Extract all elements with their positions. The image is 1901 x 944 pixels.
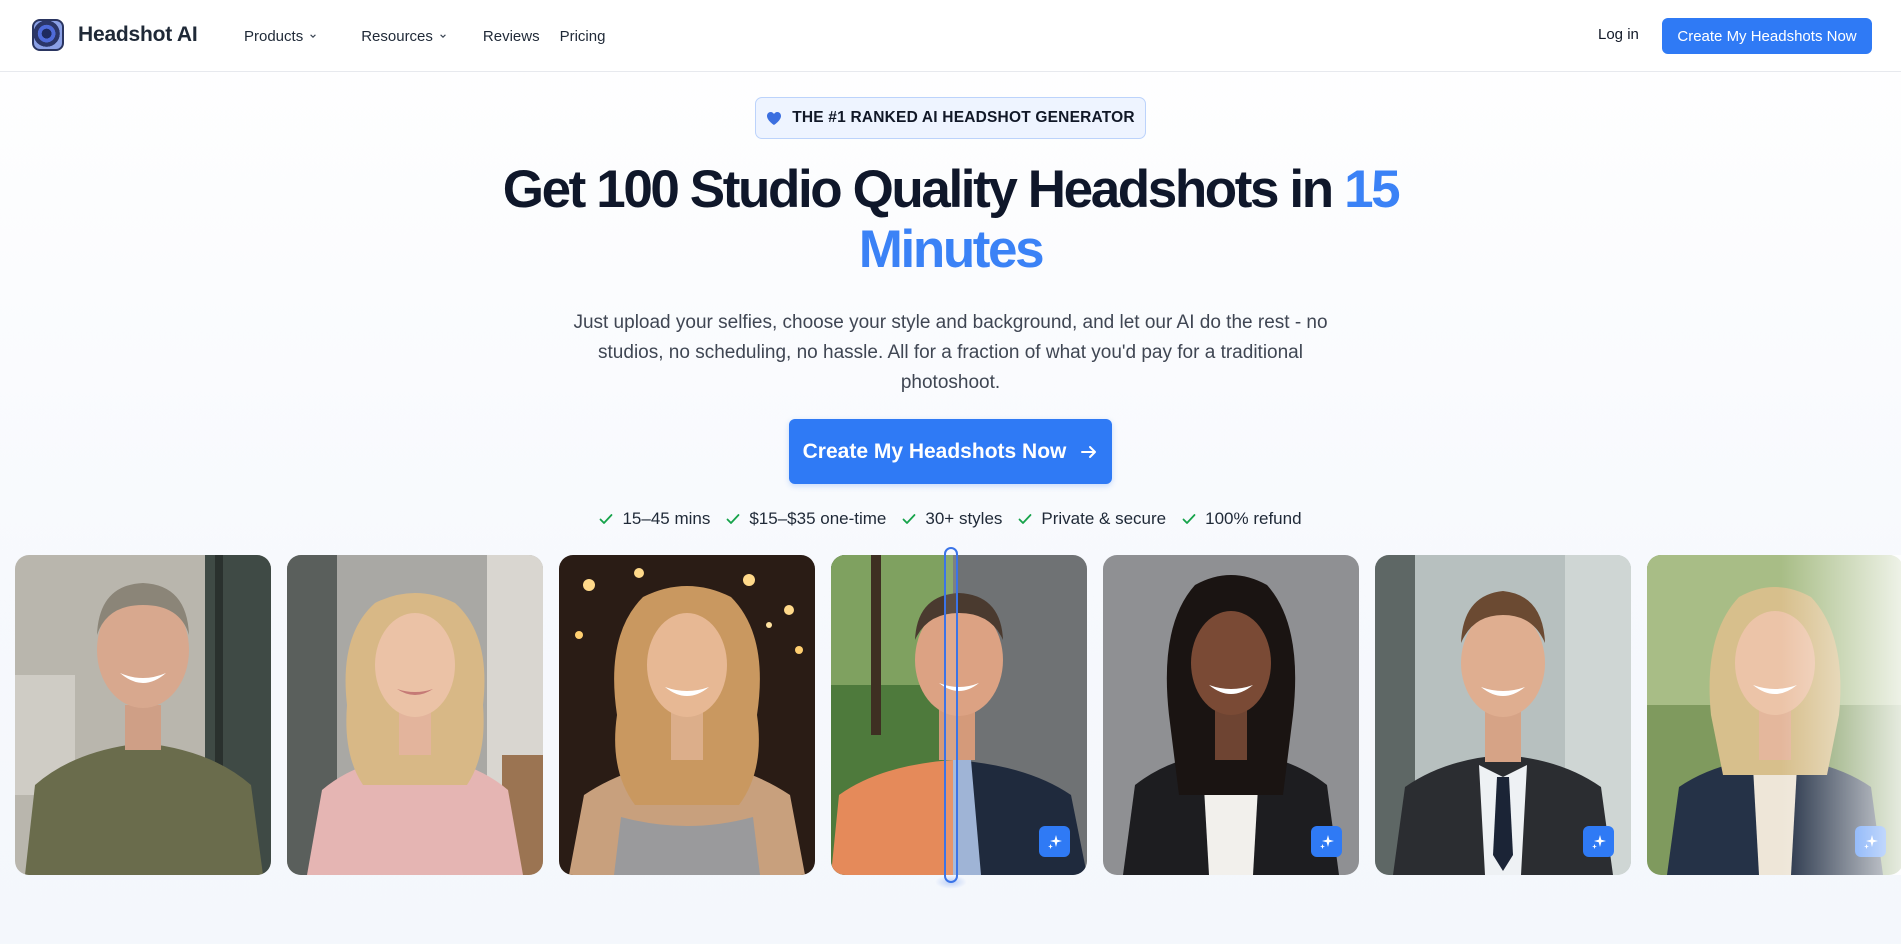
check-icon xyxy=(902,514,916,524)
ranking-badge: THE #1 RANKED AI HEADSHOT GENERATOR xyxy=(755,97,1146,139)
slider-glow xyxy=(935,875,967,889)
brand-name: Headshot AI xyxy=(78,23,198,46)
hero-headline: Get 100 Studio Quality Headshots in 15 M… xyxy=(450,160,1451,280)
hero-subtext: Just upload your selfies, choose your st… xyxy=(573,312,1328,393)
nav-pricing[interactable]: Pricing xyxy=(560,28,606,45)
feature-list: 15–45 mins $15–$35 one-time 30+ styles P… xyxy=(0,507,1901,531)
feature-item: 30+ styles xyxy=(902,509,1002,529)
nav-products[interactable]: Products xyxy=(244,28,317,45)
comparison-slider-handle[interactable] xyxy=(944,547,958,883)
nav-products-label: Products xyxy=(244,27,304,45)
feature-label: 30+ styles xyxy=(925,509,1003,528)
check-icon xyxy=(600,514,613,524)
logo-icon xyxy=(32,19,64,51)
feature-item: Private & secure xyxy=(1018,509,1166,529)
brand-logo[interactable]: Headshot AI xyxy=(32,19,198,51)
nav-reviews[interactable]: Reviews xyxy=(483,28,540,45)
woman-black-blazer-photo xyxy=(1103,555,1359,875)
headline-main: Get 100 Studio Quality Headshots in xyxy=(502,160,1334,219)
arrow-right-icon xyxy=(1081,445,1097,458)
feature-label: Private & secure xyxy=(1041,509,1167,528)
check-icon xyxy=(726,514,740,524)
feature-item: 100% refund xyxy=(1182,509,1302,529)
feature-label: 15–45 mins xyxy=(622,509,711,528)
man-green-tshirt-photo xyxy=(15,555,271,875)
woman-pink-tshirt-photo xyxy=(287,555,543,875)
badge-text: THE #1 RANKED AI HEADSHOT GENERATOR xyxy=(792,109,1135,126)
woman-sequin-top-photo xyxy=(559,555,815,875)
site-header: Headshot AI Products Resources Reviews P… xyxy=(0,0,1901,72)
man-suit-tie-photo xyxy=(1375,555,1631,875)
check-icon xyxy=(1019,514,1032,524)
sparkle-icon xyxy=(1311,826,1342,857)
feature-item: $15–$35 one-time xyxy=(726,509,886,529)
header-cta-button[interactable]: Create My Headshots Now xyxy=(1662,18,1872,54)
hero-cta-label: Create My Headshots Now xyxy=(802,439,1067,463)
feature-label: 100% refund xyxy=(1205,509,1302,528)
login-link[interactable]: Log in xyxy=(1598,26,1639,43)
chevron-down-icon xyxy=(310,34,316,38)
main-nav: Products Resources Reviews Pricing xyxy=(244,0,625,72)
nav-resources-label: Resources xyxy=(361,27,433,45)
nav-resources[interactable]: Resources xyxy=(361,28,447,45)
feature-item: 15–45 mins xyxy=(599,509,710,529)
chevron-down-icon xyxy=(440,34,446,38)
heart-icon xyxy=(767,111,782,125)
sparkle-icon xyxy=(1583,826,1614,857)
check-icon xyxy=(1182,514,1196,524)
gallery-fade-overlay xyxy=(1781,555,1901,875)
feature-label: $15–$35 one-time xyxy=(749,509,887,528)
before-after-comparison-photo xyxy=(831,555,1087,875)
hero-cta-button[interactable]: Create My Headshots Now xyxy=(789,419,1112,484)
sparkle-icon xyxy=(1039,826,1070,857)
